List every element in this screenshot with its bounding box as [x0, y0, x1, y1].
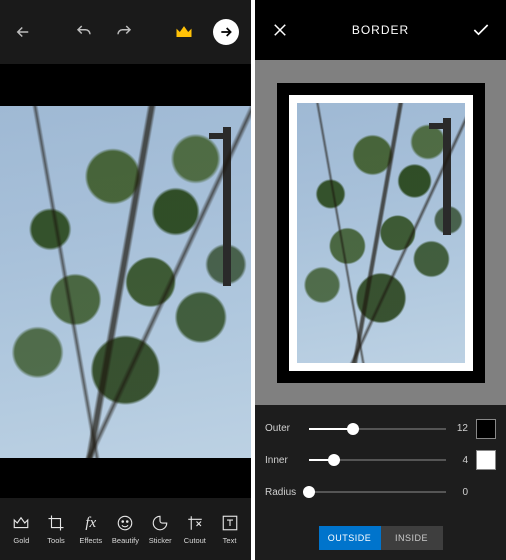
tool-label: Sticker	[149, 536, 172, 545]
border-preview[interactable]	[255, 60, 506, 405]
tool-label: Cutout	[184, 536, 206, 545]
slider-thumb[interactable]	[303, 486, 315, 498]
tool-effects[interactable]: fx Effects	[74, 513, 108, 545]
slider-radius[interactable]: Radius 0	[265, 482, 496, 502]
tool-cutout[interactable]: Cutout	[178, 513, 212, 545]
preview-photo	[297, 103, 465, 363]
slider-thumb[interactable]	[347, 423, 359, 435]
outer-color-swatch[interactable]	[476, 419, 496, 439]
confirm-icon[interactable]	[470, 19, 492, 41]
close-icon[interactable]	[269, 19, 291, 41]
tool-label: Text	[223, 536, 237, 545]
tool-label: Beautify	[112, 536, 139, 545]
slider-track[interactable]	[309, 459, 446, 461]
tool-label: Tools	[47, 536, 65, 545]
slider-inner[interactable]: Inner 4	[265, 450, 496, 470]
editor-canvas[interactable]	[0, 106, 251, 458]
crop-icon	[47, 513, 65, 533]
redo-icon[interactable]	[113, 21, 135, 43]
slider-label: Radius	[265, 487, 301, 498]
cutout-icon	[186, 513, 204, 533]
slider-track[interactable]	[309, 491, 446, 493]
border-topbar: BORDER	[255, 0, 506, 60]
panel-title: BORDER	[352, 23, 409, 37]
slider-label: Inner	[265, 455, 301, 466]
undo-icon[interactable]	[73, 21, 95, 43]
inner-color-swatch[interactable]	[476, 450, 496, 470]
editor-toolbar: Gold Tools fx Effects Beautify Sticker C…	[0, 498, 251, 560]
border-screen: BORDER Outer 12	[255, 0, 506, 560]
text-icon	[221, 513, 239, 533]
slider-value: 4	[454, 455, 468, 466]
editor-screen: Gold Tools fx Effects Beautify Sticker C…	[0, 0, 251, 560]
slider-value: 12	[454, 423, 468, 434]
photo-tree	[0, 106, 251, 458]
tool-label: Gold	[13, 536, 29, 545]
crown-icon	[12, 513, 30, 533]
face-icon	[116, 513, 134, 533]
slider-outer[interactable]: Outer 12	[265, 419, 496, 439]
slider-thumb[interactable]	[328, 454, 340, 466]
slider-track[interactable]	[309, 428, 446, 430]
fx-icon: fx	[85, 513, 96, 533]
tool-tools[interactable]: Tools	[39, 513, 73, 545]
sticker-icon	[151, 513, 169, 533]
border-controls: Outer 12 Inner 4 Radius	[255, 405, 506, 516]
slider-label: Outer	[265, 423, 301, 434]
tool-beautify[interactable]: Beautify	[108, 513, 142, 545]
premium-crown-icon[interactable]	[173, 21, 195, 43]
tool-gold[interactable]: Gold	[4, 513, 38, 545]
spacer	[476, 482, 496, 502]
tab-inside[interactable]: INSIDE	[381, 526, 443, 550]
border-inner-frame	[289, 95, 473, 371]
tab-outside[interactable]: OUTSIDE	[319, 526, 381, 550]
tool-sticker[interactable]: Sticker	[143, 513, 177, 545]
slider-value: 0	[454, 487, 468, 498]
editor-topbar	[0, 0, 251, 64]
tool-text[interactable]: Text	[213, 513, 247, 545]
border-mode-tabs: OUTSIDE INSIDE	[255, 516, 506, 560]
forward-button[interactable]	[213, 19, 239, 45]
back-icon[interactable]	[12, 21, 34, 43]
tool-label: Effects	[79, 536, 102, 545]
border-outer-frame	[277, 83, 485, 383]
